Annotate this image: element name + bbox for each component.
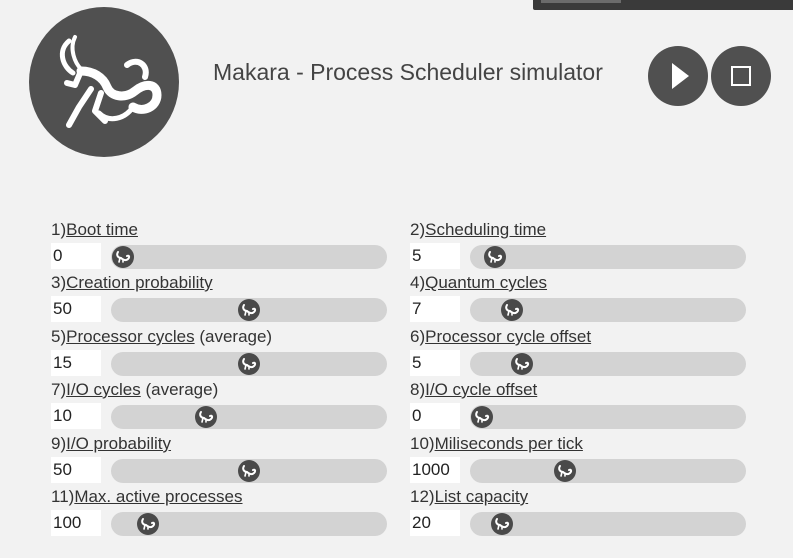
param-label: 6)Processor cycle offset (410, 326, 591, 348)
param-number: 11) (51, 487, 75, 506)
slider-thumb-goat-icon[interactable] (112, 246, 134, 268)
param-name-link[interactable]: I/O cycle offset (425, 380, 537, 399)
slider-thumb-goat-icon[interactable] (238, 460, 260, 482)
slider-thumb-goat-icon[interactable] (491, 513, 514, 535)
param-value-field[interactable]: 100 (51, 510, 101, 536)
param-slider-track[interactable] (111, 352, 387, 376)
logo (29, 7, 179, 157)
param-number: 12) (410, 487, 435, 506)
param-value-field[interactable]: 5 (410, 243, 460, 269)
param-slider-track[interactable] (470, 245, 746, 269)
param-number: 7) (51, 380, 67, 399)
slider-thumb-goat-icon[interactable] (511, 353, 534, 375)
param-io-cycle-offset: 8)I/O cycle offset 0 (410, 379, 750, 431)
param-processor-cycles: 5)Processor cycles (average) 15 (51, 326, 391, 378)
param-name-link[interactable]: Max. active processes (74, 487, 242, 506)
param-name-link[interactable]: Miliseconds per tick (435, 434, 583, 453)
param-slider-track[interactable] (111, 245, 387, 269)
param-name-link[interactable]: Processor cycles (66, 327, 194, 346)
param-name-link[interactable]: Quantum cycles (425, 273, 547, 292)
param-number: 3) (51, 273, 67, 292)
stop-icon (731, 66, 751, 86)
param-value-field[interactable]: 10 (51, 403, 101, 429)
slider-thumb-goat-icon[interactable] (471, 406, 493, 428)
param-label: 1)Boot time (51, 219, 138, 241)
slider-thumb-goat-icon[interactable] (554, 460, 577, 482)
param-number: 10) (410, 434, 435, 453)
param-label: 8)I/O cycle offset (410, 379, 537, 401)
slider-thumb-goat-icon[interactable] (483, 246, 506, 268)
param-label: 10)Miliseconds per tick (410, 433, 583, 455)
param-label: 7)I/O cycles (average) (51, 379, 218, 401)
param-boot-time: 1)Boot time 0 (51, 219, 391, 271)
param-name-link[interactable]: Creation probability (66, 273, 212, 292)
param-slider-track[interactable] (111, 512, 387, 536)
play-button[interactable] (648, 46, 708, 106)
window-strip (533, 0, 793, 10)
param-miliseconds-per-tick: 10)Miliseconds per tick 1000 (410, 433, 750, 485)
param-list-capacity: 12)List capacity 20 (410, 486, 750, 538)
param-number: 1) (51, 220, 67, 239)
param-slider-track[interactable] (470, 298, 746, 322)
param-name-link[interactable]: List capacity (435, 487, 529, 506)
param-processor-cycle-offset: 6)Processor cycle offset 5 (410, 326, 750, 378)
param-slider-track[interactable] (111, 298, 387, 322)
param-name-link[interactable]: Scheduling time (425, 220, 546, 239)
param-value-field[interactable]: 0 (410, 403, 460, 429)
param-slider-track[interactable] (470, 459, 746, 483)
param-slider-track[interactable] (470, 512, 746, 536)
param-value-field[interactable]: 0 (51, 243, 101, 269)
param-value-field[interactable]: 20 (410, 510, 460, 536)
param-max-active-processes: 11)Max. active processes 100 (51, 486, 391, 538)
capricorn-sea-goat-icon (59, 35, 162, 128)
param-name-link[interactable]: Boot time (66, 220, 138, 239)
param-suffix: (average) (140, 380, 219, 399)
param-name-link[interactable]: Processor cycle offset (425, 327, 591, 346)
slider-thumb-goat-icon[interactable] (137, 513, 160, 535)
param-value-field[interactable]: 15 (51, 350, 101, 376)
param-value-field[interactable]: 50 (51, 457, 101, 483)
param-suffix: (average) (194, 327, 273, 346)
param-label: 11)Max. active processes (51, 486, 243, 508)
param-value-field[interactable]: 7 (410, 296, 460, 322)
param-io-cycles: 7)I/O cycles (average) 10 (51, 379, 391, 431)
slider-thumb-goat-icon[interactable] (238, 299, 260, 321)
param-number: 5) (51, 327, 67, 346)
param-number: 8) (410, 380, 426, 399)
param-number: 9) (51, 434, 67, 453)
play-icon (672, 63, 689, 89)
slider-thumb-goat-icon[interactable] (501, 299, 524, 321)
param-label: 4)Quantum cycles (410, 272, 547, 294)
param-label: 5)Processor cycles (average) (51, 326, 272, 348)
stop-button[interactable] (711, 46, 771, 106)
param-quantum-cycles: 4)Quantum cycles 7 (410, 272, 750, 324)
param-slider-track[interactable] (111, 405, 387, 429)
param-label: 9)I/O probability (51, 433, 171, 455)
param-slider-track[interactable] (470, 405, 746, 429)
param-name-link[interactable]: I/O probability (66, 434, 171, 453)
slider-thumb-goat-icon[interactable] (195, 406, 218, 428)
param-label: 3)Creation probability (51, 272, 213, 294)
param-slider-track[interactable] (470, 352, 746, 376)
param-number: 6) (410, 327, 426, 346)
param-label: 2)Scheduling time (410, 219, 546, 241)
param-value-field[interactable]: 5 (410, 350, 460, 376)
param-io-probability: 9)I/O probability 50 (51, 433, 391, 485)
window-strip-thumb (541, 0, 621, 3)
slider-thumb-goat-icon[interactable] (238, 353, 260, 375)
param-number: 2) (410, 220, 426, 239)
param-slider-track[interactable] (111, 459, 387, 483)
page-title: Makara - Process Scheduler simulator (213, 59, 603, 85)
param-name-link[interactable]: I/O cycles (66, 380, 141, 399)
param-value-field[interactable]: 1000 (410, 457, 460, 483)
param-creation-probability: 3)Creation probability 50 (51, 272, 391, 324)
param-value-field[interactable]: 50 (51, 296, 101, 322)
param-label: 12)List capacity (410, 486, 528, 508)
param-number: 4) (410, 273, 426, 292)
param-scheduling-time: 2)Scheduling time 5 (410, 219, 750, 271)
